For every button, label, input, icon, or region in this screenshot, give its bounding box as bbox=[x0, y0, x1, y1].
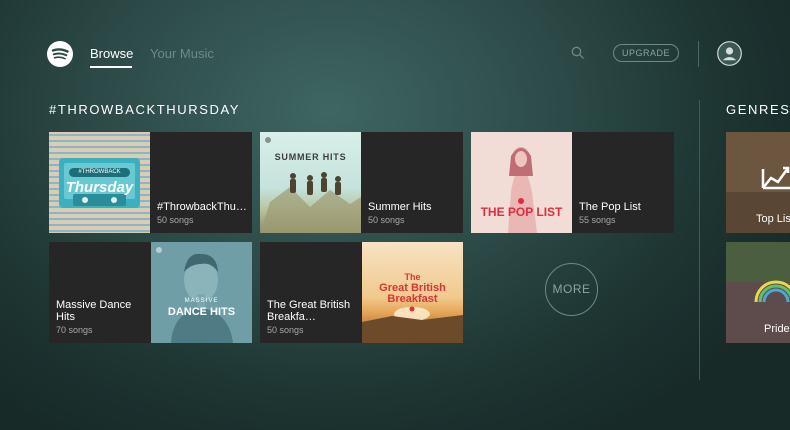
song-count: 50 songs bbox=[368, 215, 405, 225]
art-text-title: DANCE HITS bbox=[167, 306, 236, 318]
genre-tile-top-lists[interactable]: Top Lis bbox=[726, 132, 790, 233]
playlist-cover-art: #THROWBACK Thursday bbox=[49, 132, 150, 233]
playlist-cover-art: MASSIVE DANCE HITS bbox=[151, 242, 252, 343]
more-button[interactable]: MORE bbox=[545, 263, 598, 316]
search-icon[interactable] bbox=[571, 46, 585, 60]
playlist-meta: The Great British Breakfa… 50 songs bbox=[267, 299, 359, 335]
song-count: 50 songs bbox=[157, 215, 194, 225]
playlist-tile-summer-hits[interactable]: SUMMER HITS Summer Hits 50 songs bbox=[260, 132, 463, 233]
art-text-title: THE POP LIST bbox=[480, 205, 563, 219]
playlist-cover-art: THE POP LIST bbox=[471, 132, 572, 233]
playlist-cover-art: SUMMER HITS bbox=[260, 132, 361, 233]
song-count: 70 songs bbox=[56, 325, 93, 335]
playlist-meta: The Pop List 55 songs bbox=[579, 201, 671, 225]
playlist-meta: Massive Dance Hits 70 songs bbox=[56, 299, 148, 335]
playlist-name: Massive Dance Hits bbox=[56, 299, 132, 323]
art-text-hashtag: #THROWBACK bbox=[69, 168, 130, 177]
playlist-tile-throwback-thursday[interactable]: #THROWBACK Thursday #ThrowbackThur… 50 s… bbox=[49, 132, 252, 233]
top-bar: Browse Your Music UPGRADE bbox=[0, 0, 790, 100]
playlist-name: The Great British Breakfa… bbox=[267, 299, 351, 323]
user-avatar-icon[interactable] bbox=[717, 41, 742, 66]
upgrade-button[interactable]: UPGRADE bbox=[613, 44, 679, 62]
divider bbox=[698, 41, 699, 67]
art-text-line3: Breakfast bbox=[387, 293, 438, 305]
genre-tile-pride[interactable]: Pride bbox=[726, 242, 790, 343]
art-text-title: SUMMER HITS bbox=[274, 152, 347, 162]
art-text-subtitle: MASSIVE bbox=[184, 298, 219, 304]
section-title-throwback: #THROWBACKTHURSDAY bbox=[49, 102, 241, 117]
section-divider bbox=[699, 100, 700, 380]
active-tab-indicator bbox=[90, 66, 132, 68]
playlist-meta: #ThrowbackThur… 50 songs bbox=[157, 201, 249, 225]
playlist-meta: Summer Hits 50 songs bbox=[368, 201, 460, 225]
playlist-name: Summer Hits bbox=[368, 201, 432, 213]
playlist-tile-the-pop-list[interactable]: THE POP LIST The Pop List 55 songs bbox=[471, 132, 674, 233]
tab-browse[interactable]: Browse bbox=[90, 46, 133, 61]
genre-label: Top Lis bbox=[756, 213, 790, 225]
art-text-title: Thursday bbox=[65, 179, 134, 196]
spotify-logo-icon[interactable] bbox=[47, 41, 73, 67]
playlist-cover-art: The Great British Breakfast bbox=[362, 242, 463, 343]
song-count: 55 songs bbox=[579, 215, 616, 225]
genre-label: Pride bbox=[764, 323, 790, 335]
playlist-tile-great-british-breakfast[interactable]: The Great British Breakfa… 50 songs The … bbox=[260, 242, 463, 343]
tab-your-music[interactable]: Your Music bbox=[150, 46, 214, 61]
song-count: 50 songs bbox=[267, 325, 304, 335]
section-title-genres: GENRES & bbox=[726, 102, 790, 117]
playlist-tile-massive-dance-hits[interactable]: Massive Dance Hits 70 songs MASSIVE DANC… bbox=[49, 242, 252, 343]
playlist-name: #ThrowbackThur… bbox=[157, 201, 249, 213]
art-text-line1: The bbox=[404, 272, 421, 282]
playlist-name: The Pop List bbox=[579, 201, 641, 213]
